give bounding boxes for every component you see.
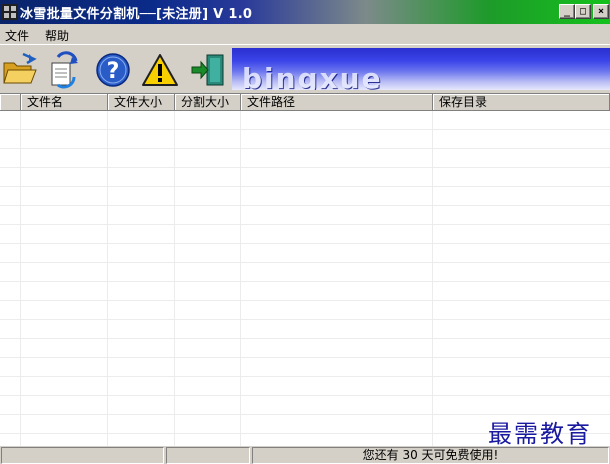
column-header-filepath[interactable]: 文件路径 <box>241 94 433 111</box>
banner-logo: bingxue <box>232 48 610 90</box>
column-header-splitsize[interactable]: 分割大小 <box>175 94 241 111</box>
column-divider <box>432 111 433 446</box>
help-icon[interactable]: ? <box>94 51 132 89</box>
window-title: 冰雪批量文件分割机──[未注册] V 1.0 <box>20 7 253 22</box>
column-header-blank[interactable] <box>0 94 21 111</box>
exit-icon[interactable] <box>189 51 227 89</box>
svg-text:?: ? <box>107 59 120 84</box>
close-button[interactable]: × <box>593 4 609 19</box>
title-bar[interactable]: 冰雪批量文件分割机──[未注册] V 1.0 _ □ × <box>0 0 610 24</box>
menu-help[interactable]: 帮助 <box>45 27 69 44</box>
column-header-filesize[interactable]: 文件大小 <box>108 94 175 111</box>
menu-bar: 文件 帮助 <box>0 24 610 44</box>
status-message: 您还有 30 天可免费使用! <box>252 447 609 464</box>
column-divider <box>174 111 175 446</box>
column-divider <box>107 111 108 446</box>
app-icon[interactable] <box>2 4 18 20</box>
status-panel-1 <box>1 447 164 464</box>
column-header-savedir[interactable]: 保存目录 <box>433 94 610 111</box>
watermark-text: 最需教育 <box>488 420 592 448</box>
maximize-button[interactable]: □ <box>575 4 591 19</box>
refresh-icon[interactable] <box>44 51 82 89</box>
list-rows[interactable] <box>0 111 610 446</box>
status-bar: 您还有 30 天可免费使用! <box>0 446 610 464</box>
column-divider <box>20 111 21 446</box>
list-header: 文件名 文件大小 分割大小 文件路径 保存目录 <box>0 94 610 111</box>
open-folder-icon[interactable] <box>1 51 39 89</box>
minimize-button[interactable]: _ <box>559 4 575 19</box>
status-panel-2 <box>166 447 250 464</box>
warning-icon[interactable] <box>141 51 179 89</box>
file-list[interactable]: 文件名 文件大小 分割大小 文件路径 保存目录 <box>0 94 610 446</box>
column-divider <box>240 111 241 446</box>
banner-text: bingxue <box>242 62 383 90</box>
toolbar: ? bingxue <box>0 44 610 94</box>
menu-file[interactable]: 文件 <box>5 27 29 44</box>
column-header-filename[interactable]: 文件名 <box>21 94 108 111</box>
